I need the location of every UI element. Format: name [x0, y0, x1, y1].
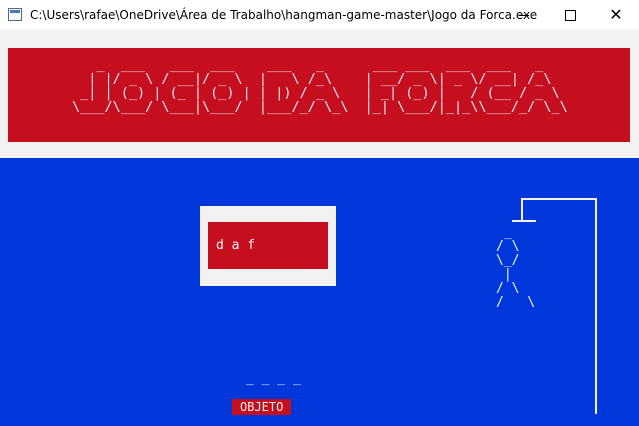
close-button[interactable]: ✕	[593, 0, 639, 30]
maximize-icon	[564, 9, 576, 21]
used-letters: d a f	[216, 238, 256, 253]
used-letters-box: d a f	[208, 222, 328, 269]
hidden-word: _ _ _ _	[246, 371, 301, 386]
window-titlebar[interactable]: C:\Users\rafae\OneDrive\Área de Trabalho…	[0, 0, 639, 30]
window-title: C:\Users\rafae\OneDrive\Área de Trabalho…	[30, 8, 538, 22]
game-title-banner: _ ___ ___ ___ ___ _ ___ ___ ___ ___ _ | …	[8, 48, 630, 142]
game-board: d a f _ / \ \_/ | / \ / \ _ _ _ _ OBJETO	[0, 158, 639, 426]
hangman-figure: _ / \ \_/ | / \ / \	[496, 225, 536, 310]
header-band: _ ___ ___ ___ ___ _ ___ ___ ___ ___ _ | …	[0, 30, 639, 158]
console-area: _ ___ ___ ___ ___ _ ___ ___ ___ ___ _ | …	[0, 30, 639, 426]
gallows-post	[595, 198, 597, 414]
console-app-icon[interactable]	[8, 8, 22, 21]
close-icon: ✕	[609, 5, 623, 24]
minimize-button[interactable]	[501, 0, 547, 30]
category-badge: OBJETO	[232, 399, 292, 415]
maximize-button[interactable]	[547, 0, 593, 30]
minimize-icon	[519, 14, 529, 16]
game-title-ascii: _ ___ ___ ___ ___ _ ___ ___ ___ ___ _ | …	[72, 57, 568, 115]
used-letters-frame: d a f	[200, 206, 336, 286]
